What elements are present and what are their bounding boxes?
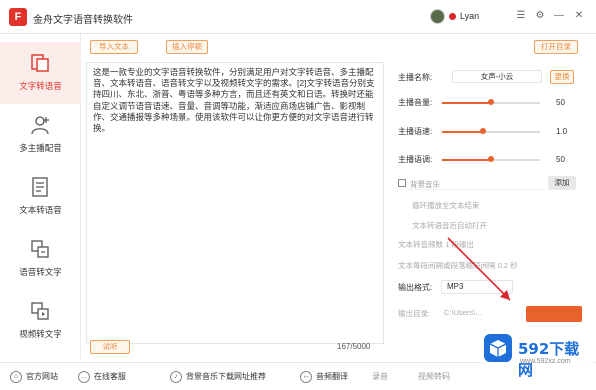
online-service-link[interactable]: … 在线客服 <box>78 370 126 384</box>
menu-icon[interactable]: ☰ <box>514 9 528 23</box>
sidebar: 文字转语音 多主播配音 文本转语音 语音转文字 视频转文字 <box>0 34 81 359</box>
official-site-label: 官方网站 <box>26 372 58 381</box>
volume-slider[interactable] <box>442 99 540 105</box>
speed-label: 主播语速: <box>398 127 433 136</box>
sidebar-item-label: 多主播配音 <box>19 143 62 153</box>
main-panel: 导入文本 插入停顿 打开目录 这是一款专业的文字语音转换软件，分别满足用户对文字… <box>82 34 596 359</box>
output-label: 输出目录: <box>398 309 431 318</box>
volume-slider-thumb[interactable] <box>488 99 494 105</box>
bgm-checkbox[interactable] <box>398 179 406 187</box>
interval-option[interactable]: 文本每段间隔或段落缩短间隔 0.2 秒 <box>398 260 518 271</box>
sidebar-item-document-to-speech[interactable]: 文本转语音 <box>0 166 81 228</box>
speed-value: 1.0 <box>556 127 568 136</box>
speed-slider[interactable] <box>442 128 540 134</box>
pitch-slider-thumb[interactable] <box>488 156 494 162</box>
format-label: 输出格式: <box>398 283 433 292</box>
sidebar-item-label: 视频转文字 <box>19 329 62 339</box>
sidebar-item-label: 文字转语音 <box>19 81 62 91</box>
video-convert-link[interactable]: 视频转码 <box>418 370 450 384</box>
document-to-speech-icon <box>32 177 48 197</box>
bgm-recommend-label: 背景音乐下载网址推荐 <box>186 372 266 381</box>
watermark-logo <box>484 334 512 362</box>
voice-label: 主播名称: <box>398 73 433 82</box>
pitch-label: 主播语调: <box>398 155 433 164</box>
audio-translate-link[interactable]: ↔ 音频翻译 <box>300 370 348 384</box>
pitch-slider[interactable] <box>442 156 540 162</box>
avatar[interactable] <box>430 9 445 24</box>
sidebar-item-speech-to-text[interactable]: 语音转文字 <box>0 228 81 290</box>
bgm-recommend-link[interactable]: ♪ 背景音乐下载网址推荐 <box>170 370 266 384</box>
online-service-label: 在线客服 <box>94 372 126 381</box>
change-voice-button[interactable]: 更换 <box>550 70 574 84</box>
watermark-url: www.592xz.com <box>520 358 571 365</box>
format-value: MP3 <box>447 282 464 291</box>
preview-button[interactable]: 试听 <box>90 340 130 354</box>
title-bar: F 金舟文字语音转换软件 Lyan ☰ ⚙ — ✕ <box>0 0 596 34</box>
app-title: 金舟文字语音转换软件 <box>33 15 133 26</box>
video-to-text-icon <box>31 302 49 320</box>
insert-pause-button[interactable]: 插入停顿 <box>166 40 208 54</box>
settings-icon[interactable]: ⚙ <box>533 9 547 23</box>
bgm-path-field[interactable] <box>410 176 546 190</box>
speed-slider-thumb[interactable] <box>480 128 486 134</box>
speed-slider-fill <box>442 131 483 133</box>
minimize-icon[interactable]: — <box>552 9 566 23</box>
app-logo: F <box>9 8 27 26</box>
segment-option[interactable]: 文本转音频数 1 段输出 <box>398 239 474 250</box>
pitch-value: 50 <box>556 155 565 164</box>
settings-panel: 主播名称: 女声-小云 更换 主播音量: 50 主播语速: 1.0 主播语调: … <box>396 70 596 350</box>
vip-badge <box>449 13 456 20</box>
home-icon: ⌂ <box>10 370 22 383</box>
chat-icon: … <box>78 370 90 383</box>
speech-to-text-icon <box>31 240 49 258</box>
sidebar-item-label: 文本转语音 <box>19 205 62 215</box>
start-convert-button[interactable] <box>526 306 582 322</box>
text-editor[interactable]: 这是一款专业的文字语音转换软件，分别满足用户对文字转语音、多主播配音、文本转语音… <box>86 62 384 344</box>
sidebar-item-multi-host[interactable]: 多主播配音 <box>0 104 81 166</box>
format-select[interactable]: MP3 <box>441 280 513 294</box>
official-site-link[interactable]: ⌂ 官方网站 <box>10 370 58 384</box>
volume-label: 主播音量: <box>398 98 433 107</box>
voice-value: 女声-小云 <box>452 70 542 83</box>
translate-icon: ↔ <box>300 370 312 383</box>
auto-open-option[interactable]: 文本转语音后自动打开 <box>412 220 487 231</box>
volume-slider-fill <box>442 102 491 104</box>
user-name[interactable]: Lyan <box>460 11 479 21</box>
editor-content: 这是一款专业的文字语音转换软件，分别满足用户对文字转语音、多主播配音、文本转语音… <box>93 67 375 134</box>
loop-option[interactable]: 循环播放全文本结束 <box>412 200 480 211</box>
add-bgm-button[interactable]: 添加 <box>548 176 576 190</box>
audio-translate-label: 音频翻译 <box>316 372 348 381</box>
sidebar-item-video-to-text[interactable]: 视频转文字 <box>0 290 81 352</box>
multi-host-icon <box>31 116 49 135</box>
text-to-speech-icon <box>31 54 49 72</box>
close-icon[interactable]: ✕ <box>572 9 586 23</box>
box-icon <box>489 340 507 357</box>
record-label: 录音 <box>372 372 388 381</box>
volume-value: 50 <box>556 98 565 107</box>
open-output-button[interactable]: 打开目录 <box>534 40 578 54</box>
site-watermark: 592下载网 www.592xz.com <box>480 330 594 386</box>
output-path[interactable]: C:\Users\... <box>444 308 482 317</box>
char-count: 167/5000 <box>337 342 371 351</box>
record-link[interactable]: 录音 <box>372 370 388 384</box>
import-text-button[interactable]: 导入文本 <box>90 40 138 54</box>
sidebar-item-text-to-speech[interactable]: 文字转语音 <box>0 42 81 104</box>
sidebar-item-label: 语音转文字 <box>19 267 62 277</box>
pitch-slider-fill <box>442 159 491 161</box>
music-icon: ♪ <box>170 370 182 383</box>
video-convert-label: 视频转码 <box>418 372 450 381</box>
